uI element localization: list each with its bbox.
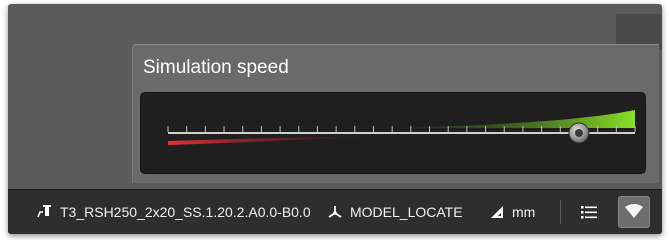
- speed-slider[interactable]: [141, 93, 645, 173]
- slider-tick: [204, 126, 206, 132]
- slider-tick: [279, 126, 281, 132]
- slider-tick: [391, 126, 393, 132]
- speed-slow-indicator: [168, 136, 381, 145]
- slider-tick: [447, 126, 449, 132]
- speed-slider-container: [140, 92, 646, 174]
- speed-fast-indicator: [391, 110, 635, 128]
- slider-tick: [541, 126, 543, 132]
- slider-tick: [186, 126, 188, 132]
- slider-tick: [372, 126, 374, 132]
- triangle-ruler-icon: [488, 203, 506, 221]
- speed-slider-handle[interactable]: [568, 122, 590, 144]
- coordinate-axes-icon: [326, 203, 344, 221]
- connection-button[interactable]: [618, 196, 650, 228]
- tool-name: T3_RSH250_2x20_SS.1.20.2.A0.0-B0.0: [60, 204, 311, 220]
- robot-tool-icon: [36, 203, 54, 221]
- slider-tick: [167, 126, 169, 132]
- units-label: mm: [512, 204, 536, 220]
- slider-tick: [559, 126, 561, 132]
- list-button[interactable]: [580, 190, 604, 234]
- slider-tick: [354, 126, 356, 132]
- simulation-speed-popup: Simulation speed: [132, 44, 659, 183]
- slider-tick: [503, 126, 505, 132]
- mode-status[interactable]: MODEL_LOCATE: [326, 190, 463, 234]
- slider-tick: [298, 126, 300, 132]
- units-status[interactable]: mm: [488, 190, 535, 234]
- slider-tick: [615, 126, 617, 132]
- speed-slider-track: [168, 132, 635, 134]
- slider-tick: [223, 126, 225, 132]
- slider-tick: [429, 126, 431, 132]
- tool-status[interactable]: T3_RSH250_2x20_SS.1.20.2.A0.0-B0.0: [36, 190, 311, 234]
- app-window: Simulation speed T3_RSH250_2x20_SS.1.20.…: [8, 4, 662, 234]
- status-divider: [560, 200, 561, 224]
- popup-title: Simulation speed: [143, 57, 289, 78]
- status-bar: T3_RSH250_2x20_SS.1.20.2.A0.0-B0.0 MODEL…: [8, 189, 662, 234]
- wifi-icon: [624, 203, 644, 222]
- slider-tick: [260, 126, 262, 132]
- slider-tick: [335, 126, 337, 132]
- slider-tick: [316, 126, 318, 132]
- slider-tick: [485, 126, 487, 132]
- mode-name: MODEL_LOCATE: [350, 204, 463, 220]
- slider-tick: [597, 126, 599, 132]
- list-icon: [580, 204, 598, 220]
- slider-tick: [466, 126, 468, 132]
- slider-tick: [242, 126, 244, 132]
- slider-tick: [634, 126, 636, 132]
- slider-tick: [522, 126, 524, 132]
- slider-tick: [410, 126, 412, 132]
